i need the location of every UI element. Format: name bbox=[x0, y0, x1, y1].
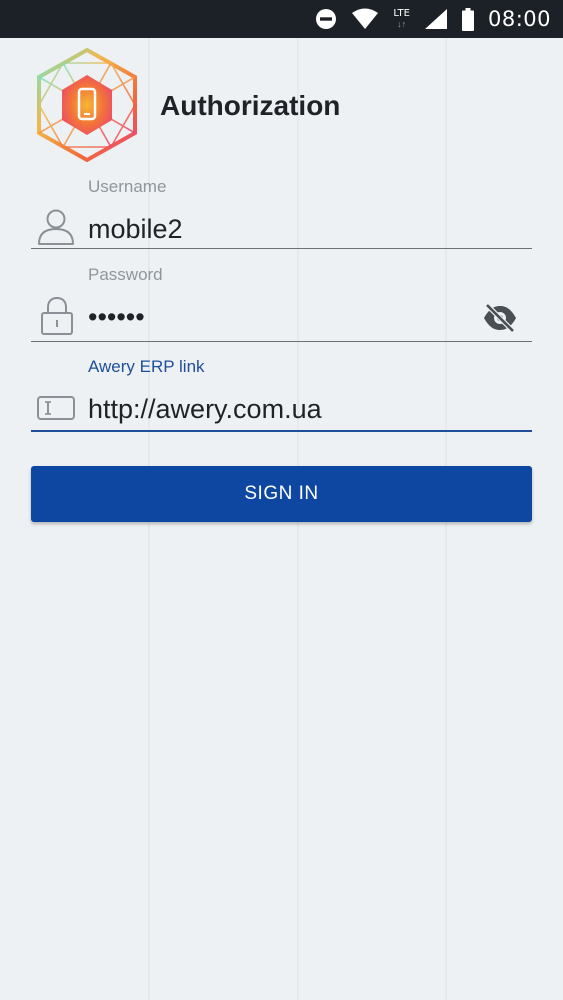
password-label: Password bbox=[88, 265, 163, 284]
sign-in-button[interactable]: SIGN IN bbox=[31, 466, 532, 522]
page-title: Authorization bbox=[160, 90, 341, 121]
status-bar: LTE ↓↑ 08:00 bbox=[0, 0, 563, 38]
battery-icon bbox=[461, 7, 474, 31]
network-type: LTE ↓↑ bbox=[393, 8, 410, 30]
hexagon-phone-logo-icon bbox=[37, 47, 137, 163]
network-arrows: ↓↑ bbox=[397, 19, 407, 29]
password-input[interactable] bbox=[88, 298, 468, 336]
text-field-icon bbox=[37, 396, 75, 420]
lock-icon bbox=[41, 296, 73, 335]
erp-link-label: Awery ERP link bbox=[88, 357, 205, 376]
eye-off-icon bbox=[484, 303, 516, 333]
toggle-password-visibility-button[interactable] bbox=[480, 300, 520, 336]
network-label: LTE bbox=[393, 8, 410, 19]
erp-link-underline bbox=[31, 430, 532, 432]
user-icon bbox=[38, 209, 74, 245]
cell-signal-icon bbox=[424, 9, 447, 29]
erp-link-input[interactable] bbox=[88, 390, 468, 428]
password-underline bbox=[31, 341, 532, 342]
wifi-icon bbox=[352, 8, 379, 29]
username-label: Username bbox=[88, 177, 167, 196]
do-not-disturb-icon bbox=[316, 9, 337, 29]
status-icons: LTE ↓↑ 08:00 bbox=[301, 0, 551, 38]
username-underline bbox=[31, 248, 532, 249]
status-time: 08:00 bbox=[487, 7, 551, 31]
username-input[interactable] bbox=[88, 210, 468, 248]
